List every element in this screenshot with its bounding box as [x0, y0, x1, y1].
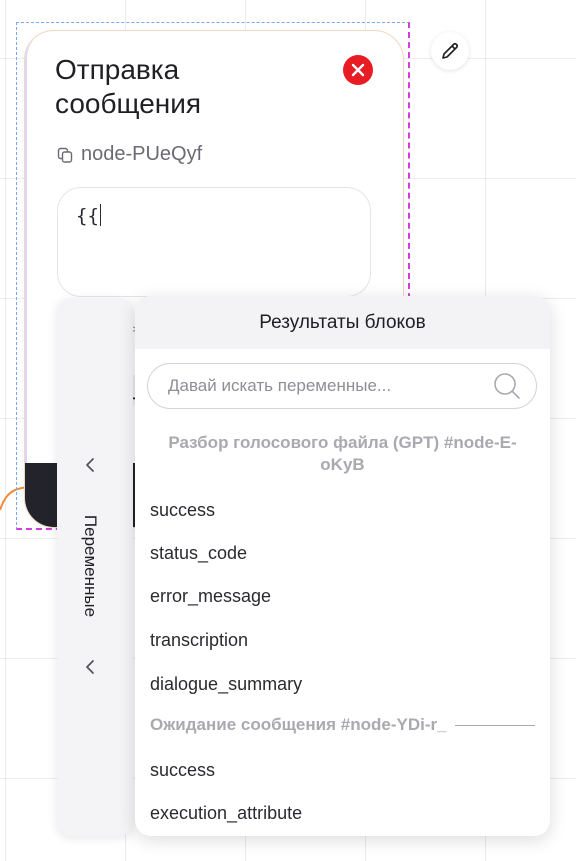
- variables-tab-label: Переменные: [81, 514, 100, 618]
- node-id-row[interactable]: node-PUeQyf: [57, 143, 202, 166]
- variable-item[interactable]: error_message: [150, 585, 271, 607]
- editor-text: {{: [76, 205, 99, 227]
- variable-item[interactable]: execution_attribute: [150, 802, 302, 824]
- copy-icon[interactable]: [57, 147, 73, 163]
- search-input[interactable]: [166, 375, 492, 397]
- group-title: Ожидание сообщения #node-YDi-r_: [150, 715, 447, 734]
- message-editor[interactable]: {{: [57, 187, 371, 297]
- variable-item[interactable]: dialogue_summary: [150, 673, 302, 695]
- collapse-chevron-bottom[interactable]: [79, 656, 101, 678]
- group-divider: [454, 724, 535, 726]
- panel-header: Результаты блоков: [135, 296, 550, 349]
- variable-item[interactable]: success: [150, 759, 215, 781]
- variable-item[interactable]: status_code: [150, 542, 247, 564]
- chevron-left-icon: [86, 660, 94, 674]
- node-title: Отправка сообщения: [55, 54, 202, 119]
- flow-canvas[interactable]: Отправка сообщения node-PUeQyf {{ <> П: [0, 0, 576, 861]
- variables-side-tab[interactable]: Переменные: [57, 298, 133, 836]
- close-button[interactable]: [343, 55, 373, 85]
- node-id-label: node-PUeQyf: [81, 143, 203, 165]
- chevron-left-icon: [86, 458, 94, 472]
- group-title: Разбор голосового файла (GPT) #node-E-oK…: [168, 433, 517, 474]
- search-icon[interactable]: [492, 371, 522, 401]
- variable-item[interactable]: success: [150, 499, 215, 521]
- variable-item[interactable]: transcription: [150, 629, 248, 651]
- block-results-panel: Результаты блоков Разбор голосового файл…: [135, 296, 550, 836]
- text-caret: [99, 204, 101, 226]
- edit-button[interactable]: [431, 32, 469, 70]
- collapse-chevron-top[interactable]: [79, 454, 101, 476]
- pencil-icon: [442, 42, 459, 59]
- variable-search[interactable]: [147, 363, 537, 409]
- close-icon: [351, 63, 365, 77]
- group-title-row: Ожидание сообщения #node-YDi-r_: [150, 714, 535, 736]
